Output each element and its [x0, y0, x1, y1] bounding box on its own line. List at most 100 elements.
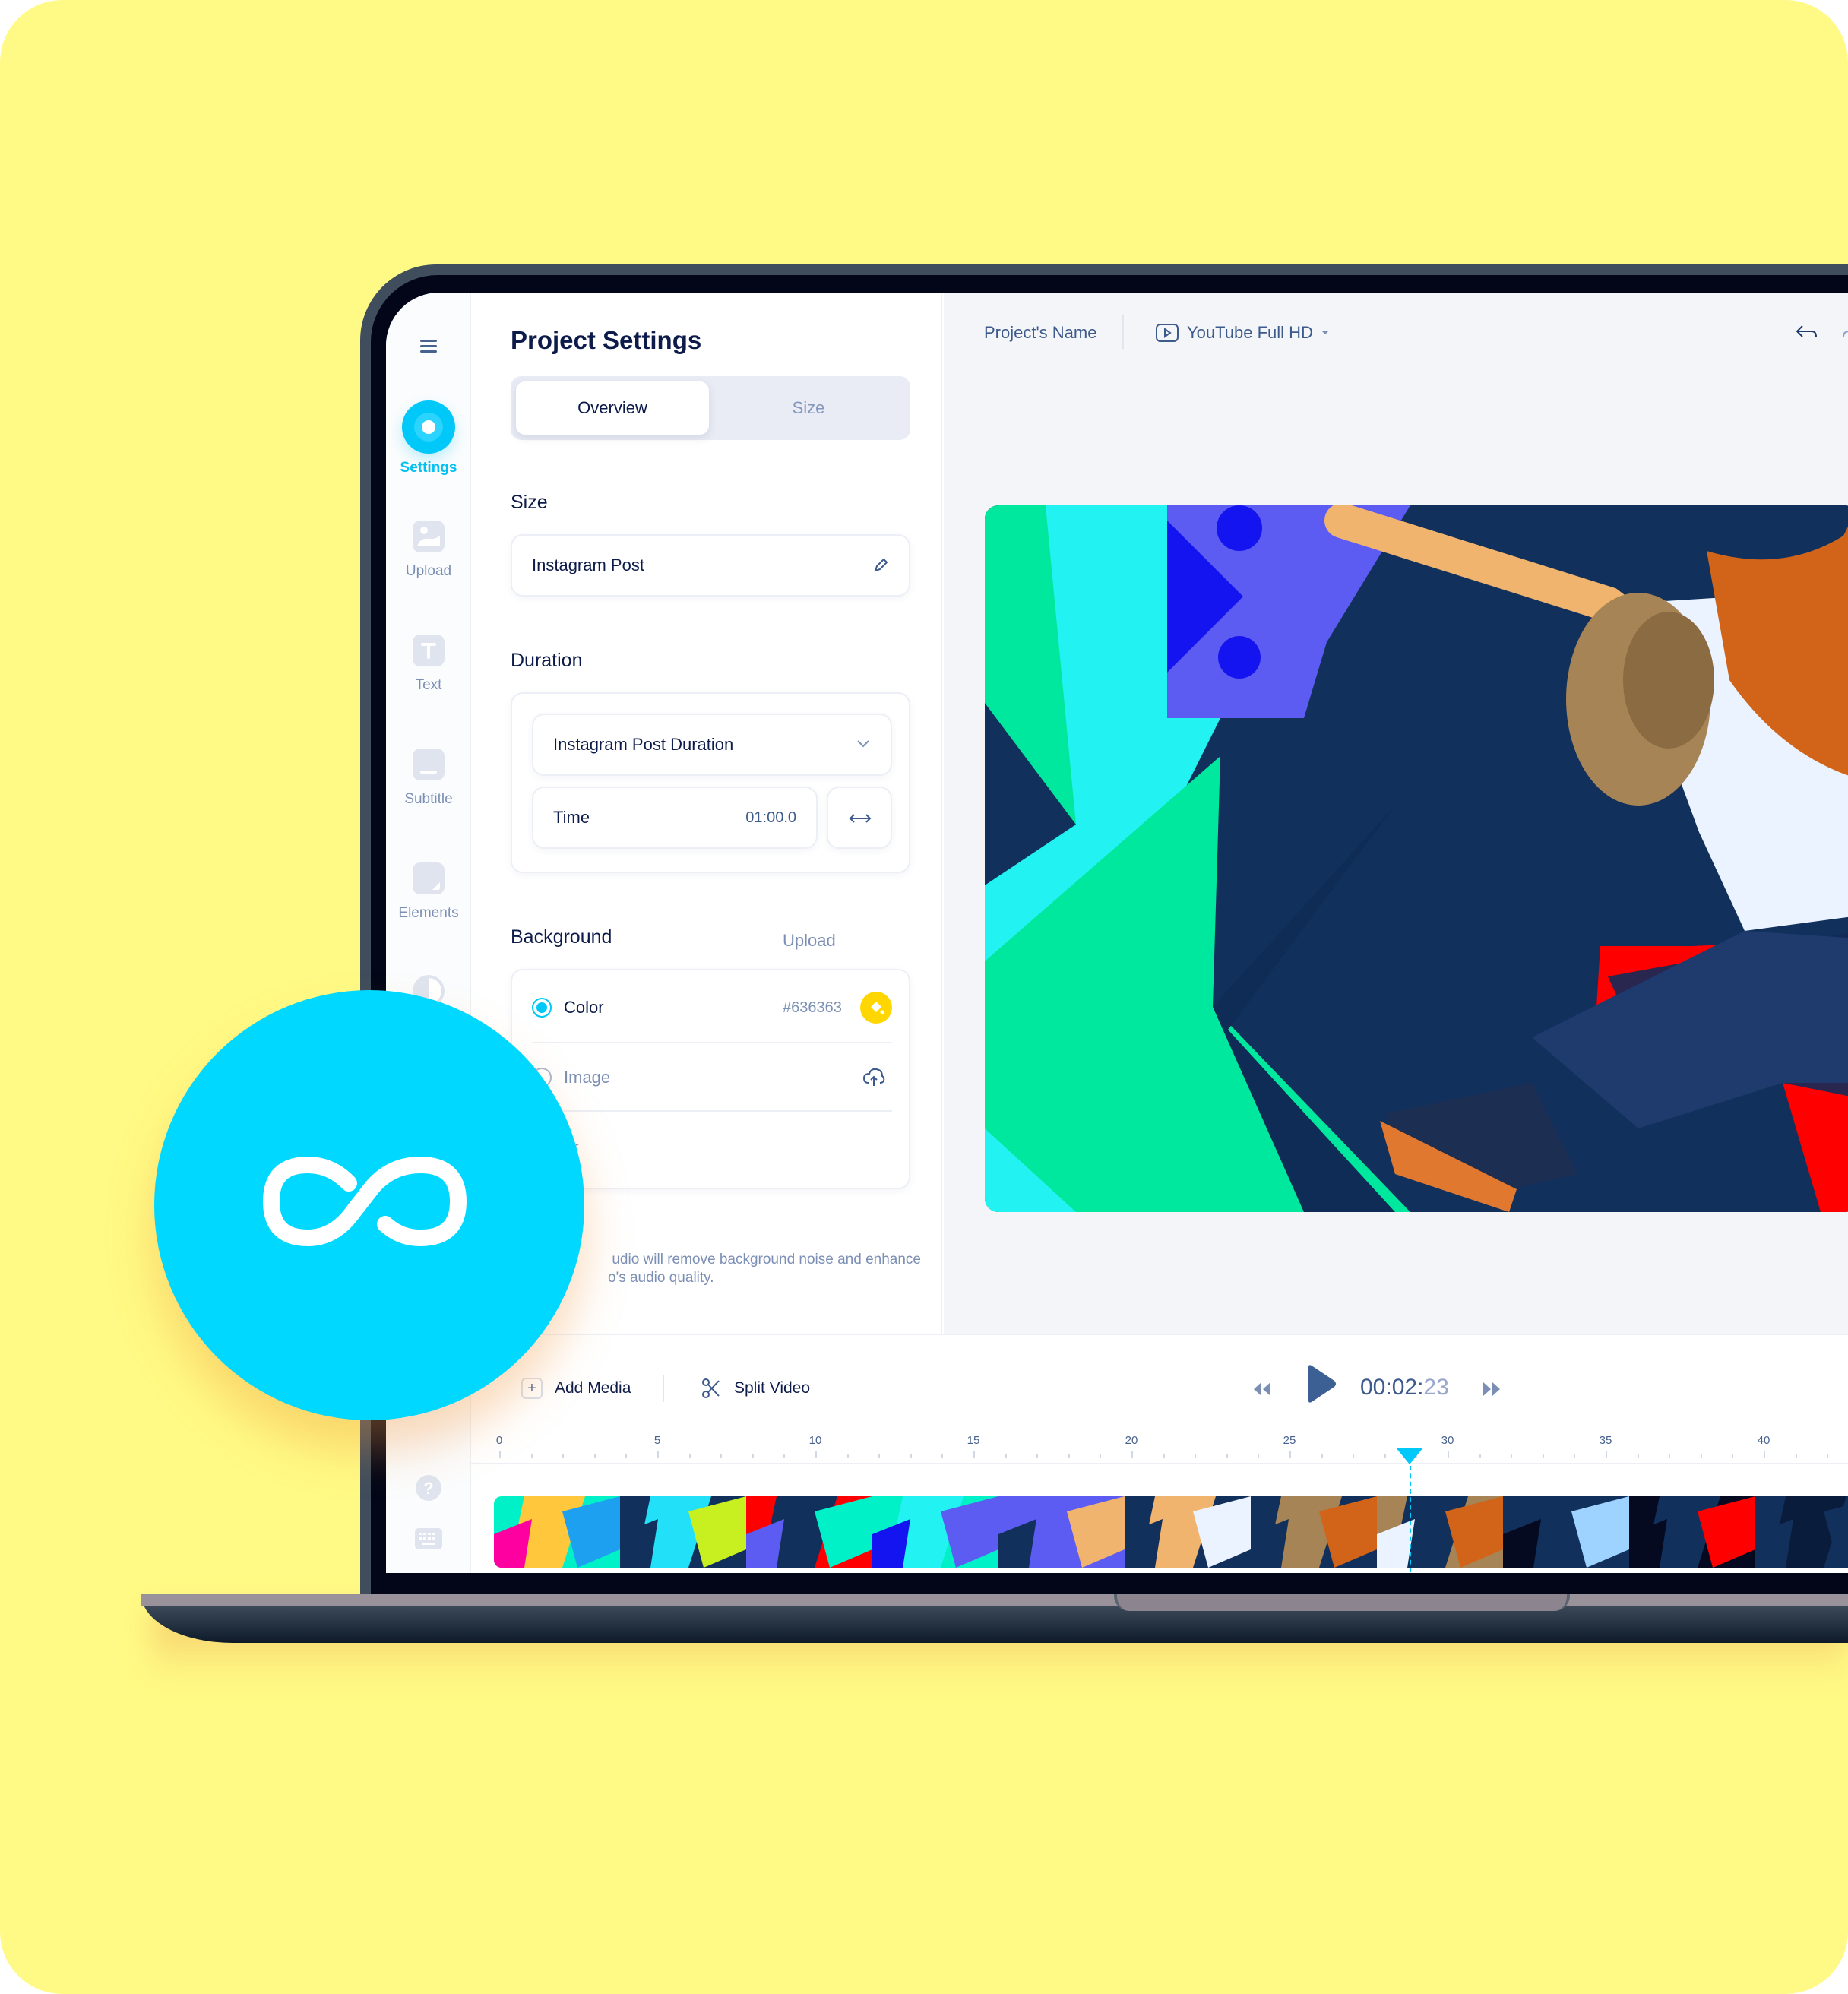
menu-icon[interactable]: [420, 340, 437, 353]
duration-card: Instagram Post Duration Time 01:00.0: [511, 692, 910, 873]
option-label: Color: [564, 998, 604, 1017]
time-field[interactable]: Time 01:00.0: [532, 787, 818, 849]
ruler-label: 35: [1599, 1434, 1612, 1447]
filmstrip-frame: [1125, 1496, 1251, 1568]
undo-icon[interactable]: [1795, 323, 1819, 341]
background-upload-link[interactable]: Upload: [783, 931, 836, 951]
ruler-tick: [1827, 1454, 1829, 1458]
ruler-tick: [1479, 1454, 1481, 1458]
ruler-tick: [815, 1451, 817, 1458]
split-video-button[interactable]: Split Video: [701, 1378, 810, 1399]
ruler-label: 20: [1125, 1434, 1138, 1447]
filmstrip-frame: [1755, 1496, 1848, 1568]
ruler-tick: [499, 1451, 501, 1458]
size-heading: Size: [511, 492, 548, 513]
ruler-tick: [1195, 1454, 1197, 1458]
ruler-label: 15: [967, 1434, 980, 1447]
sidebar-item-text[interactable]: Text: [386, 635, 471, 694]
playhead-handle[interactable]: [1396, 1448, 1424, 1464]
ruler-tick: [1068, 1454, 1070, 1458]
topbar-divider: [1122, 315, 1124, 349]
paint-bucket-icon[interactable]: [860, 992, 892, 1024]
background-option-color[interactable]: Color #636363: [532, 970, 892, 1043]
caret-down-icon: [1321, 331, 1328, 334]
ruler-tick: [1226, 1454, 1228, 1458]
help-icon: ?: [416, 1475, 441, 1501]
filmstrip-frame: [1251, 1496, 1377, 1568]
image-icon: [413, 521, 445, 552]
sidebar-item-upload[interactable]: Upload: [386, 521, 471, 580]
filmstrip-track[interactable]: [494, 1496, 1848, 1568]
format-value: YouTube Full HD: [1187, 323, 1313, 342]
keyboard-shortcuts-button[interactable]: [386, 1528, 471, 1560]
ruler-tick: [688, 1454, 691, 1458]
duration-heading: Duration: [511, 650, 583, 671]
sidebar-item-elements[interactable]: Elements: [386, 862, 471, 922]
sidebar-item-label: Subtitle: [404, 791, 453, 807]
ruler-tick: [1732, 1454, 1734, 1458]
ruler-tick: [1289, 1451, 1291, 1458]
pencil-icon[interactable]: [872, 557, 889, 574]
tab-overview[interactable]: Overview: [516, 381, 709, 435]
laptop-hinge-notch: [1114, 1594, 1570, 1611]
timeline-ruler[interactable]: 0 5 10 15 20 25 30 35 40: [471, 1434, 1848, 1464]
laptop-base-edge: [141, 1594, 1848, 1606]
svg-text:?: ?: [423, 1479, 433, 1498]
stretch-button[interactable]: [827, 787, 892, 849]
ruler-label: 10: [808, 1434, 822, 1447]
ruler-tick: [1384, 1454, 1386, 1458]
settings-icon: [402, 400, 455, 454]
ruler-tick: [625, 1454, 628, 1458]
filmstrip-frame: [998, 1496, 1125, 1568]
ruler-label: 30: [1441, 1434, 1454, 1447]
ruler-tick: [752, 1454, 754, 1458]
toolbar-divider: [663, 1375, 664, 1402]
ruler-tick: [1574, 1454, 1576, 1458]
filmstrip-frame: [1629, 1496, 1755, 1568]
add-media-button[interactable]: + Add Media: [521, 1378, 631, 1399]
sidebar-item-subtitle[interactable]: Subtitle: [386, 749, 471, 808]
video-preview[interactable]: [985, 505, 1848, 1212]
rewind-icon[interactable]: [1252, 1381, 1272, 1397]
ruler-tick: [1100, 1454, 1102, 1458]
filmstrip-frame: [494, 1496, 620, 1568]
ruler-tick: [1764, 1451, 1765, 1458]
option-label: Image: [564, 1068, 611, 1087]
tab-size[interactable]: Size: [712, 381, 905, 435]
ruler-tick: [1542, 1454, 1544, 1458]
size-field[interactable]: Instagram Post: [511, 534, 910, 597]
fast-forward-icon[interactable]: [1482, 1381, 1502, 1397]
project-name[interactable]: Project's Name: [984, 323, 1096, 343]
ruler-tick: [1700, 1454, 1702, 1458]
ruler-label: 25: [1283, 1434, 1296, 1447]
ruler-tick: [846, 1454, 849, 1458]
promo-card: Settings Upload Text Subtitle Elements ?…: [0, 0, 1848, 1994]
app-window: Settings Upload Text Subtitle Elements ?…: [386, 293, 1848, 1573]
duration-preset-select[interactable]: Instagram Post Duration: [532, 714, 892, 776]
background-option-blur[interactable]: ur: [532, 1112, 892, 1180]
ruler-tick: [878, 1454, 881, 1458]
split-video-label: Split Video: [734, 1379, 811, 1397]
cloud-upload-icon[interactable]: [862, 1066, 886, 1087]
radio-selected[interactable]: [532, 998, 552, 1018]
ruler-tick: [783, 1454, 786, 1458]
panel-title: Project Settings: [511, 326, 702, 354]
background-option-image[interactable]: Image: [532, 1043, 892, 1112]
redo-icon[interactable]: [1840, 323, 1848, 341]
time-value: 01:00.0: [745, 809, 796, 826]
play-icon[interactable]: [1305, 1364, 1337, 1404]
help-button[interactable]: ?: [386, 1475, 471, 1511]
ruler-tick: [530, 1454, 533, 1458]
ruler-label: 40: [1757, 1434, 1770, 1447]
background-heading: Background: [511, 926, 612, 948]
horizontal-arrows-icon: [849, 814, 872, 823]
ruler-tick: [1258, 1454, 1260, 1458]
sidebar-item-settings[interactable]: Settings: [386, 400, 471, 476]
format-dropdown[interactable]: YouTube Full HD: [1155, 323, 1330, 343]
sticker-icon: [413, 862, 445, 894]
ruler-tick: [1131, 1451, 1133, 1458]
current-time: 00:02:23: [1360, 1375, 1449, 1400]
video-frame-image: [985, 505, 1848, 1212]
ruler-tick: [1036, 1454, 1039, 1458]
ruler-label: 5: [653, 1434, 661, 1447]
